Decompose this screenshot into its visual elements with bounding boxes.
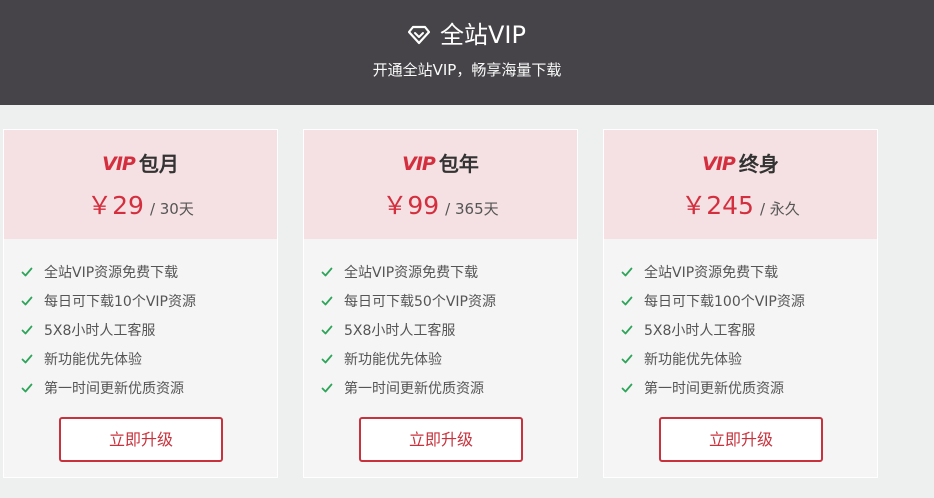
feature-list: 全站VIP资源免费下载 每日可下载100个VIP资源 5X8小时人工客服 新功能… [621, 257, 805, 402]
plan-card-header: VIP 包年 ￥99 / 365天 [304, 130, 577, 239]
feature-text: 每日可下载10个VIP资源 [44, 293, 196, 310]
feature-item: 5X8小时人工客服 [21, 315, 196, 344]
plan-card-yearly: VIP 包年 ￥99 / 365天 全站VIP资源免费下载 每日可下载50个VI… [303, 129, 578, 478]
check-icon [621, 296, 633, 305]
feature-text: 5X8小时人工客服 [644, 322, 756, 339]
check-icon [321, 267, 333, 276]
header-title-row: 全站VIP [0, 18, 934, 52]
plan-title: VIP 终身 [604, 152, 877, 176]
plan-price: ￥29 [87, 191, 144, 220]
feature-item: 新功能优先体验 [21, 344, 196, 373]
feature-item: 第一时间更新优质资源 [621, 373, 805, 402]
page-title: 全站VIP [440, 21, 526, 49]
feature-item: 每日可下载50个VIP资源 [321, 286, 496, 315]
feature-list: 全站VIP资源免费下载 每日可下载50个VIP资源 5X8小时人工客服 新功能优… [321, 257, 496, 402]
price-row: ￥29 / 30天 [4, 191, 277, 221]
page-subtitle: 开通全站VIP，畅享海量下载 [372, 61, 562, 79]
vip-logo: VIP [702, 153, 736, 175]
check-icon [21, 296, 33, 305]
feature-item: 5X8小时人工客服 [621, 315, 805, 344]
feature-item: 新功能优先体验 [321, 344, 496, 373]
page-header: 全站VIP 开通全站VIP，畅享海量下载 [0, 0, 934, 105]
feature-text: 全站VIP资源免费下载 [44, 264, 179, 281]
check-icon [321, 383, 333, 392]
plan-card-header: VIP 包月 ￥29 / 30天 [4, 130, 277, 239]
feature-text: 第一时间更新优质资源 [644, 380, 784, 397]
upgrade-button[interactable]: 立即升级 [59, 417, 223, 462]
vip-logo: VIP [402, 153, 436, 175]
plan-price: ￥99 [382, 191, 440, 220]
check-icon [321, 354, 333, 363]
feature-text: 5X8小时人工客服 [44, 322, 156, 339]
feature-item: 新功能优先体验 [621, 344, 805, 373]
feature-item: 第一时间更新优质资源 [321, 373, 496, 402]
upgrade-button[interactable]: 立即升级 [659, 417, 823, 462]
check-icon [621, 325, 633, 334]
diamond-icon [408, 25, 431, 45]
feature-text: 第一时间更新优质资源 [44, 380, 184, 397]
plan-price: ￥245 [681, 191, 754, 220]
feature-text: 新功能优先体验 [344, 351, 442, 368]
check-icon [21, 354, 33, 363]
plan-title: VIP 包月 [4, 152, 277, 176]
feature-item: 全站VIP资源免费下载 [21, 257, 196, 286]
feature-text: 每日可下载50个VIP资源 [344, 293, 496, 310]
price-row: ￥245 / 永久 [604, 191, 877, 221]
feature-list: 全站VIP资源免费下载 每日可下载10个VIP资源 5X8小时人工客服 新功能优… [21, 257, 196, 402]
plan-period: / 30天 [149, 200, 194, 218]
feature-text: 全站VIP资源免费下载 [644, 264, 779, 281]
feature-text: 新功能优先体验 [644, 351, 742, 368]
feature-item: 5X8小时人工客服 [321, 315, 496, 344]
plan-card-header: VIP 终身 ￥245 / 永久 [604, 130, 877, 239]
upgrade-button[interactable]: 立即升级 [359, 417, 523, 462]
feature-item: 每日可下载100个VIP资源 [621, 286, 805, 315]
check-icon [321, 296, 333, 305]
feature-text: 5X8小时人工客服 [344, 322, 456, 339]
plan-cards: VIP 包月 ￥29 / 30天 全站VIP资源免费下载 每日可下载10个VIP… [3, 129, 934, 498]
plan-card-lifetime: VIP 终身 ￥245 / 永久 全站VIP资源免费下载 每日可下载100个VI… [603, 129, 878, 478]
check-icon [621, 267, 633, 276]
check-icon [621, 383, 633, 392]
feature-item: 全站VIP资源免费下载 [621, 257, 805, 286]
check-icon [21, 267, 33, 276]
check-icon [21, 325, 33, 334]
plan-period: / 永久 [759, 200, 800, 218]
plan-period: / 365天 [445, 200, 499, 218]
plan-name: 包年 [438, 152, 479, 176]
price-row: ￥99 / 365天 [304, 191, 577, 221]
check-icon [621, 354, 633, 363]
check-icon [321, 325, 333, 334]
feature-item: 每日可下载10个VIP资源 [21, 286, 196, 315]
feature-item: 第一时间更新优质资源 [21, 373, 196, 402]
plan-name: 终身 [738, 152, 779, 176]
feature-text: 新功能优先体验 [44, 351, 142, 368]
check-icon [21, 383, 33, 392]
plan-name: 包月 [138, 152, 179, 176]
feature-text: 全站VIP资源免费下载 [344, 264, 479, 281]
feature-item: 全站VIP资源免费下载 [321, 257, 496, 286]
vip-logo: VIP [102, 153, 136, 175]
plan-card-monthly: VIP 包月 ￥29 / 30天 全站VIP资源免费下载 每日可下载10个VIP… [3, 129, 278, 478]
feature-text: 第一时间更新优质资源 [344, 380, 484, 397]
plan-title: VIP 包年 [304, 152, 577, 176]
feature-text: 每日可下载100个VIP资源 [644, 293, 805, 310]
